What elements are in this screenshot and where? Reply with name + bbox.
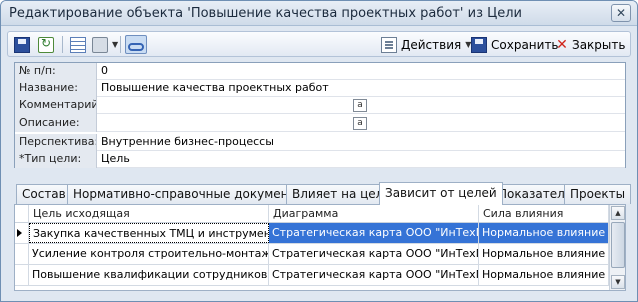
property-label: *Тип цели: (15, 151, 97, 168)
tab-projects[interactable]: Проекты (564, 184, 632, 204)
property-label: Описание: (15, 114, 97, 132)
memo-edit-button[interactable]: a (353, 99, 367, 112)
floppy-disk-icon (471, 36, 487, 53)
column-header-diagram[interactable]: Диаграмма (269, 205, 479, 223)
table-view-button[interactable] (70, 35, 86, 54)
toolbar-separator (62, 36, 63, 53)
vertical-scrollbar[interactable]: ▲ ▼ (609, 205, 625, 290)
current-row-arrow-icon (17, 229, 22, 237)
scroll-down-button[interactable]: ▼ (611, 275, 625, 289)
dialog-window: Редактирование объекта 'Повышение качест… (0, 0, 638, 302)
property-row-number[interactable]: № п/п: 0 (15, 63, 625, 80)
table-row[interactable]: Повышение квалификации сотрудников Страт… (15, 265, 609, 286)
goal-cell[interactable]: Закупка качественных ТМЦ и инструмента (29, 223, 269, 243)
property-label: Перспектива: (15, 134, 97, 151)
table-row[interactable]: Закупка качественных ТМЦ и инструмента С… (15, 223, 609, 244)
link-icon (128, 42, 144, 51)
strength-cell[interactable]: Нормальное влияние (479, 223, 609, 243)
dependencies-table: Цель исходящая Диаграмма Сила влияния За… (14, 204, 626, 291)
toolbar: ▼ Действия ▼ Сохранить ✕ Закрыть (7, 31, 631, 57)
tab-strip: Состав Нормативно-справочные документы В… (14, 182, 632, 205)
property-value[interactable]: Цель (101, 151, 130, 168)
tab-reference-documents[interactable]: Нормативно-справочные документы (67, 184, 311, 204)
scroll-up-button[interactable]: ▲ (611, 206, 625, 220)
column-header-goal[interactable]: Цель исходящая (29, 205, 269, 223)
table-row[interactable]: Усиление контроля строительно-монтажн...… (15, 244, 609, 265)
actions-icon (381, 36, 397, 53)
property-row-description[interactable]: Описание: a (15, 114, 625, 132)
properties-panel: № п/п: 0 Название: Повышение качества пр… (14, 62, 626, 168)
floppy-disk-icon (14, 36, 30, 53)
strength-cell[interactable]: Нормальное влияние (479, 265, 609, 285)
toolbar-separator (120, 36, 121, 53)
table-icon (70, 36, 86, 53)
strength-cell[interactable]: Нормальное влияние (479, 244, 609, 264)
property-row-name[interactable]: Название: Повышение качества проектных р… (15, 80, 625, 97)
property-label: Название: (15, 80, 97, 97)
diagram-cell[interactable]: Стратегическая карта ООО "ИнТехП... (269, 244, 479, 264)
property-row-comment[interactable]: Комментарий: a (15, 97, 625, 114)
printer-icon (92, 36, 108, 53)
tab-depends-on-goals[interactable]: Зависит от целей (379, 182, 503, 205)
save-label: Сохранить (491, 37, 559, 52)
close-icon: ✕ (615, 6, 627, 20)
property-value[interactable]: Повышение качества проектных работ (101, 80, 329, 97)
save-icon-button[interactable] (14, 35, 30, 54)
property-row-perspective[interactable]: Перспектива: Внутренние бизнес-процессы (15, 134, 625, 151)
tab-composition[interactable]: Состав (16, 184, 72, 204)
refresh-button[interactable] (38, 35, 54, 54)
window-title: Редактирование объекта 'Повышение качест… (9, 6, 522, 21)
save-button[interactable]: Сохранить (471, 35, 559, 54)
indicator-column-header (15, 205, 29, 223)
close-label: Закрыть (572, 37, 626, 52)
chevron-down-icon: ▼ (112, 40, 119, 49)
scroll-thumb[interactable] (611, 222, 625, 268)
property-value[interactable]: Внутренние бизнес-процессы (101, 134, 274, 151)
property-label: № п/п: (15, 63, 97, 80)
title-bar[interactable]: Редактирование объекта 'Повышение качест… (1, 1, 637, 26)
row-indicator (15, 244, 29, 264)
actions-label: Действия (401, 37, 462, 52)
close-icon: ✕ (556, 36, 568, 53)
close-button[interactable]: ✕ Закрыть (556, 35, 625, 54)
actions-menu-button[interactable]: Действия ▼ (381, 35, 471, 54)
property-label: Комментарий: (15, 97, 97, 114)
goal-cell[interactable]: Усиление контроля строительно-монтажн... (29, 244, 269, 264)
goal-cell[interactable]: Повышение квалификации сотрудников (29, 265, 269, 285)
diagram-cell[interactable]: Стратегическая карта ООО "ИнТехП... (269, 223, 479, 243)
property-row-goal-type[interactable]: *Тип цели: Цель (15, 151, 625, 168)
refresh-icon (38, 36, 54, 53)
window-close-button[interactable]: ✕ (611, 4, 631, 22)
diagram-cell[interactable]: Стратегическая карта ООО "ИнТехП... (269, 265, 479, 285)
column-header-strength[interactable]: Сила влияния (479, 205, 609, 223)
property-value[interactable]: 0 (101, 63, 108, 80)
link-button[interactable] (125, 35, 147, 54)
memo-edit-button[interactable]: a (353, 117, 367, 130)
print-button[interactable]: ▼ (92, 35, 118, 54)
row-indicator (15, 265, 29, 285)
row-indicator (15, 223, 29, 243)
table-header: Цель исходящая Диаграмма Сила влияния (15, 205, 625, 223)
